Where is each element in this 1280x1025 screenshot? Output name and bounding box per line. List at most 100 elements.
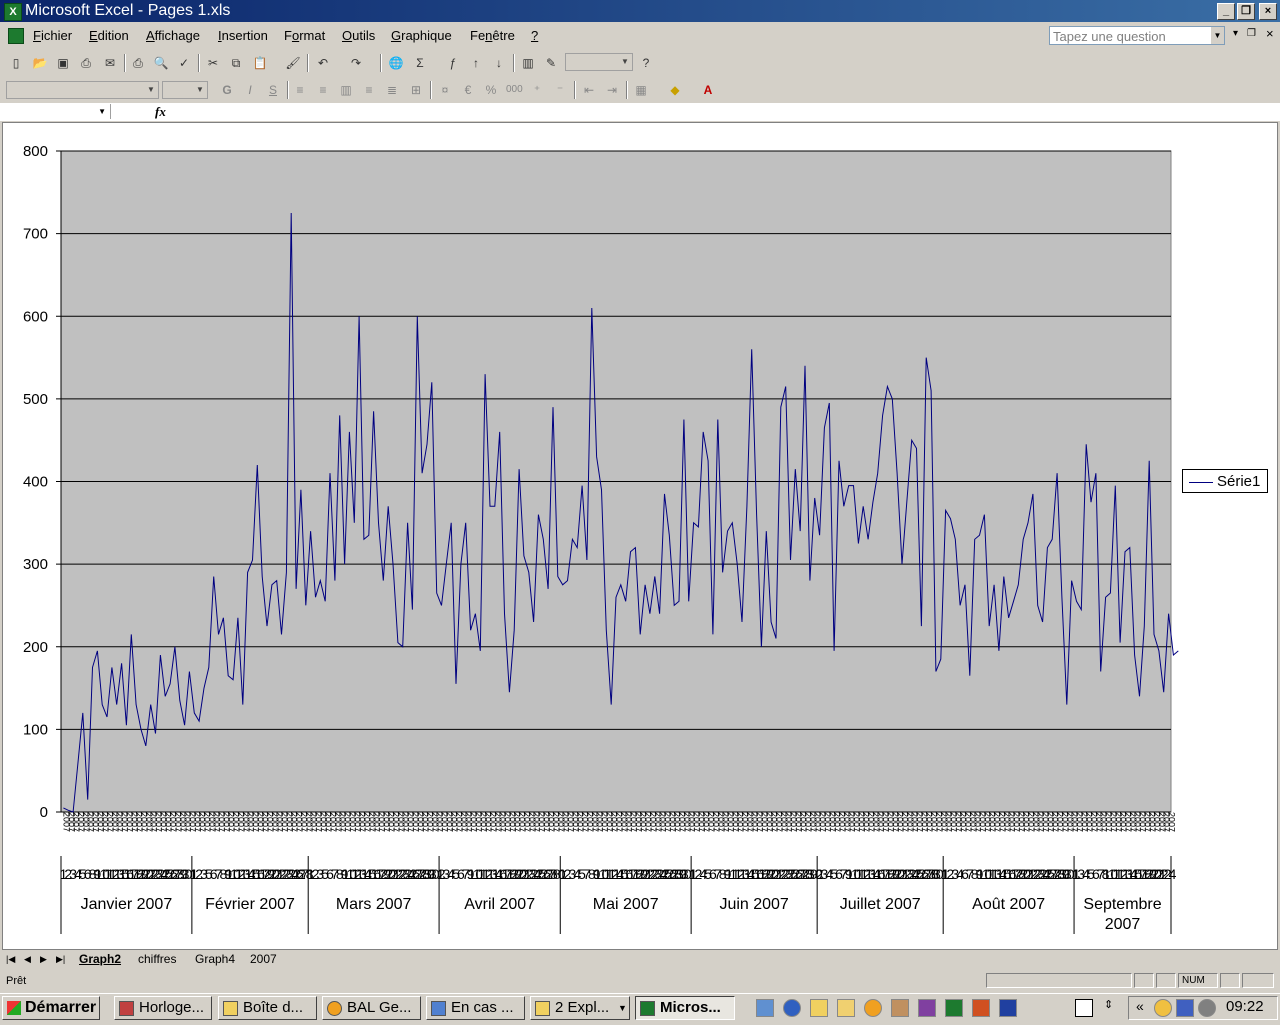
- task-en-cas[interactable]: En cas ...: [426, 996, 525, 1020]
- thousands-button[interactable]: 000: [506, 82, 523, 98]
- percent-button[interactable]: %: [483, 82, 499, 98]
- currency-icon[interactable]: ¤: [437, 82, 453, 98]
- drawing-icon[interactable]: ✎: [543, 55, 559, 71]
- tray-network-icon[interactable]: [1198, 999, 1216, 1017]
- sort-descending-icon[interactable]: ↓: [491, 55, 507, 71]
- tray-scroll-icon[interactable]: ⇕: [1104, 998, 1113, 1011]
- quicklaunch-media-icon[interactable]: [918, 999, 936, 1017]
- tab-graph4[interactable]: Graph4: [195, 952, 235, 966]
- autosum-icon[interactable]: Σ: [412, 55, 428, 71]
- help-question-input[interactable]: Tapez une question ▼: [1049, 26, 1225, 45]
- fill-color-icon[interactable]: ◆: [667, 82, 683, 98]
- copy-icon[interactable]: ⧉: [228, 55, 244, 71]
- menu-affichage[interactable]: Affichage: [146, 28, 200, 43]
- start-button[interactable]: Démarrer: [2, 996, 100, 1020]
- menu-help[interactable]: ?: [531, 28, 538, 43]
- align-left-icon[interactable]: ≡: [292, 82, 308, 98]
- line-chart[interactable]: 0100200300400500600700800200712007220073…: [0, 122, 1280, 950]
- minimize-button[interactable]: _: [1217, 3, 1235, 20]
- tab-2007[interactable]: 2007: [250, 952, 277, 966]
- task-boite[interactable]: Boîte d...: [218, 996, 317, 1020]
- function-icon[interactable]: ƒ: [445, 55, 461, 71]
- print-icon[interactable]: ⎙: [130, 55, 146, 71]
- menu-edition[interactable]: Edition: [89, 28, 129, 43]
- quicklaunch-word-icon[interactable]: [999, 999, 1017, 1017]
- last-sheet-icon[interactable]: ▶|: [56, 954, 65, 965]
- italic-button[interactable]: I: [242, 82, 258, 98]
- quicklaunch-powerpoint-icon[interactable]: [972, 999, 990, 1017]
- doc-restore-button[interactable]: ❐: [1247, 28, 1256, 39]
- decrease-decimal-icon[interactable]: ⁻: [552, 82, 568, 98]
- next-sheet-icon[interactable]: ▶: [40, 954, 47, 965]
- menu-insertion[interactable]: Insertion: [218, 28, 268, 43]
- format-painter-icon[interactable]: 🖌: [285, 55, 301, 71]
- quicklaunch-tool-icon[interactable]: [891, 999, 909, 1017]
- prev-sheet-icon[interactable]: ◀: [24, 954, 31, 965]
- sort-ascending-icon[interactable]: ↑: [468, 55, 484, 71]
- font-size-combo[interactable]: ▼: [162, 81, 208, 99]
- align-center-icon[interactable]: ≡: [315, 82, 331, 98]
- menu-format[interactable]: Format: [284, 28, 325, 43]
- quicklaunch-folder-icon[interactable]: [837, 999, 855, 1017]
- distribute-icon[interactable]: ≣: [384, 82, 400, 98]
- euro-button[interactable]: €: [460, 82, 476, 98]
- open-icon[interactable]: 📂: [32, 55, 48, 71]
- close-button[interactable]: ×: [1259, 3, 1277, 20]
- task-excel[interactable]: Micros...: [635, 996, 735, 1020]
- justify-icon[interactable]: ▥: [338, 82, 354, 98]
- menu-outils[interactable]: Outils: [342, 28, 375, 43]
- formula-bar[interactable]: [0, 103, 1280, 121]
- quicklaunch-excel-icon[interactable]: [945, 999, 963, 1017]
- name-box-arrow[interactable]: ▼: [98, 104, 106, 119]
- save-icon[interactable]: ▣: [55, 55, 71, 71]
- decrease-indent-icon[interactable]: ⇤: [581, 82, 597, 98]
- paste-icon[interactable]: 📋: [252, 55, 268, 71]
- borders-icon[interactable]: ▦: [633, 82, 649, 98]
- hyperlink-icon[interactable]: 🌐: [388, 55, 404, 71]
- quicklaunch-ie-icon[interactable]: [783, 999, 801, 1017]
- spelling-icon[interactable]: ✓: [176, 55, 192, 71]
- print-preview-icon[interactable]: 🔍: [153, 55, 169, 71]
- new-icon[interactable]: ▯: [8, 55, 24, 71]
- chart-wizard-icon[interactable]: ▥: [520, 55, 536, 71]
- cut-icon[interactable]: ✂: [205, 55, 221, 71]
- chart-legend[interactable]: Série1: [1182, 469, 1268, 493]
- task-horloge[interactable]: Horloge...: [114, 996, 212, 1020]
- task-bal[interactable]: BAL Ge...: [322, 996, 421, 1020]
- quicklaunch-outlook-icon[interactable]: [756, 999, 774, 1017]
- doc-minimize-button[interactable]: ▾: [1233, 28, 1238, 39]
- menu-fichier[interactable]: Fichier: [33, 28, 72, 43]
- redo-icon[interactable]: ↷: [348, 55, 364, 71]
- help-dropdown-arrow[interactable]: ▼: [1211, 27, 1224, 44]
- font-combo[interactable]: ▼: [6, 81, 159, 99]
- tab-chiffres[interactable]: chiffres: [138, 952, 176, 966]
- name-box[interactable]: ▼: [4, 104, 111, 119]
- bold-button[interactable]: G: [219, 82, 235, 98]
- help-icon[interactable]: ?: [638, 55, 654, 71]
- help-tray-icon[interactable]: [1075, 999, 1093, 1017]
- doc-close-button[interactable]: ×: [1266, 26, 1274, 41]
- fx-icon[interactable]: fx: [155, 104, 166, 120]
- align-right-icon[interactable]: ≡: [361, 82, 377, 98]
- permission-icon[interactable]: ⎙: [78, 55, 94, 71]
- task-explorer[interactable]: 2 Expl... ▼: [530, 996, 630, 1020]
- zoom-combo[interactable]: ▼: [565, 53, 633, 71]
- underline-button[interactable]: S: [265, 82, 281, 98]
- increase-decimal-icon[interactable]: ⁺: [529, 82, 545, 98]
- email-icon[interactable]: ✉: [102, 55, 118, 71]
- increase-indent-icon[interactable]: ⇥: [604, 82, 620, 98]
- menu-graphique[interactable]: Graphique: [391, 28, 452, 43]
- tray-antivirus-icon[interactable]: [1176, 999, 1194, 1017]
- font-color-icon[interactable]: A: [700, 82, 716, 98]
- merge-center-icon[interactable]: ⊞: [408, 82, 424, 98]
- workbook-icon[interactable]: [8, 28, 24, 44]
- menu-fenetre[interactable]: Fenêtre: [470, 28, 515, 43]
- tab-graph2[interactable]: Graph2: [79, 952, 121, 966]
- tray-expand-icon[interactable]: «: [1136, 998, 1144, 1014]
- restore-button[interactable]: ❐: [1237, 3, 1255, 20]
- quicklaunch-notes-icon[interactable]: [864, 999, 882, 1017]
- quicklaunch-mail-icon[interactable]: [810, 999, 828, 1017]
- tray-clock-icon[interactable]: [1154, 999, 1172, 1017]
- undo-icon[interactable]: ↶: [315, 55, 331, 71]
- first-sheet-icon[interactable]: |◀: [6, 954, 15, 965]
